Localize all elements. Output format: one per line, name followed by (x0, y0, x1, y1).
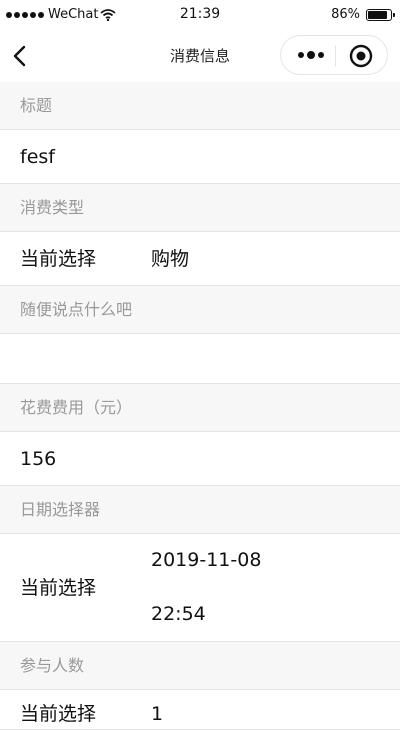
remark-section-header: 随便说点什么吧 (0, 286, 400, 334)
type-picker-label: 当前选择 (20, 248, 97, 270)
title-section-header: 标题 (0, 82, 400, 130)
people-count-picker[interactable]: 当前选择 1 (0, 690, 400, 730)
battery-fill (368, 10, 387, 19)
date-picker-label: 当前选择 (20, 577, 97, 599)
battery-percent: 86% (331, 7, 360, 22)
more-dots-icon[interactable] (297, 48, 327, 62)
navigation-bar: 消费信息 (0, 30, 400, 82)
cost-section-header: 花费费用（元） (0, 384, 400, 432)
people-picker-value: 1 (151, 703, 164, 725)
mini-program-capsule (280, 35, 388, 75)
people-picker-label: 当前选择 (20, 703, 97, 725)
battery-group: 86% (331, 7, 395, 22)
people-section-header: 参与人数 (0, 642, 400, 690)
capsule-divider (335, 46, 336, 66)
title-input[interactable]: fesf (0, 130, 400, 184)
remark-input[interactable] (0, 334, 400, 384)
battery-icon (366, 8, 395, 21)
date-time-picker[interactable]: 当前选择 2019-11-08 22:54 (0, 534, 400, 642)
type-section-header: 消费类型 (0, 184, 400, 232)
status-bar: WeChat 21:39 86% (0, 0, 400, 30)
type-picker-value: 购物 (151, 248, 190, 270)
time-picker-value: 22:54 (151, 603, 206, 625)
date-picker-value: 2019-11-08 (151, 549, 262, 571)
cost-value: 156 (20, 448, 57, 470)
consumption-form: 标题 fesf 消费类型 当前选择 购物 随便说点什么吧 花费费用（元） 156… (0, 82, 400, 730)
cost-input[interactable]: 156 (0, 432, 400, 486)
date-section-header: 日期选择器 (0, 486, 400, 534)
consumption-type-picker[interactable]: 当前选择 购物 (0, 232, 400, 286)
title-value: fesf (20, 146, 55, 168)
close-target-icon[interactable] (349, 44, 373, 68)
